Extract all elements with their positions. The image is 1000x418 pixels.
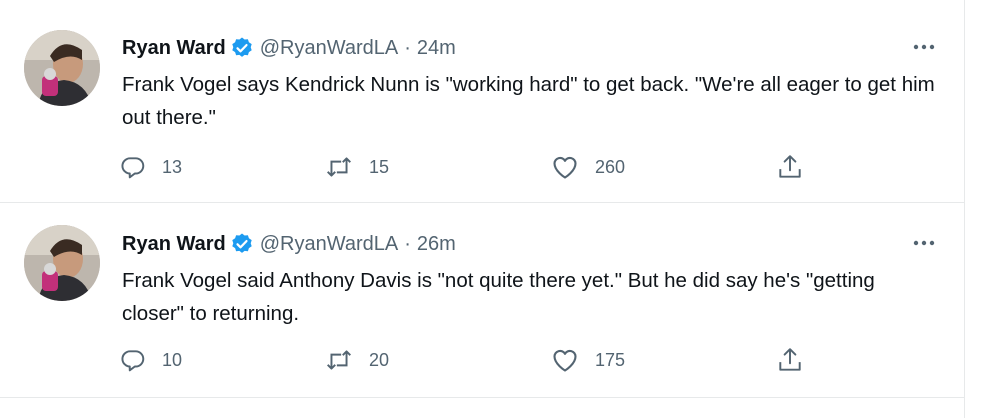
reply-count: 10 (162, 349, 183, 370)
author-name[interactable]: Ryan Ward (122, 233, 226, 256)
avatar[interactable] (24, 225, 100, 301)
reply-button[interactable]: 10 (120, 345, 182, 375)
timeline-border (964, 0, 965, 418)
separator-dot: · (404, 232, 411, 255)
author-handle[interactable]: @RyanWardLA (260, 37, 399, 60)
share-icon (777, 153, 803, 181)
tweet-text: Frank Vogel said Anthony Davis is "not q… (122, 269, 875, 325)
tweet-time[interactable]: 24m (417, 37, 456, 60)
tweet-time[interactable]: 26m (417, 233, 456, 256)
retweet-count: 20 (369, 349, 390, 370)
author-handle[interactable]: @RyanWardLA (260, 233, 399, 256)
more-icon[interactable] (904, 232, 944, 254)
tweet-actions: 13 15 260 (120, 152, 820, 182)
separator-dot: · (404, 36, 411, 59)
like-count: 260 (595, 156, 626, 177)
share-icon (777, 346, 803, 374)
heart-icon (551, 347, 579, 373)
retweet-icon (325, 154, 353, 180)
avatar[interactable] (24, 30, 100, 106)
verified-badge-icon (230, 232, 254, 256)
like-button[interactable]: 260 (551, 152, 625, 182)
heart-icon (551, 154, 579, 180)
share-button[interactable] (777, 152, 803, 182)
like-count: 175 (595, 349, 626, 370)
tweet[interactable]: Ryan Ward @RyanWardLA · 24m Frank Vogel … (0, 0, 964, 203)
reply-icon (120, 347, 146, 373)
like-button[interactable]: 175 (551, 345, 625, 375)
tweet-header: Ryan Ward @RyanWardLA · 24m (122, 35, 456, 61)
tweet[interactable]: Ryan Ward @RyanWardLA · 26m Frank Vogel … (0, 204, 964, 398)
tweet-text: Frank Vogel says Kendrick Nunn is "worki… (122, 73, 935, 129)
more-icon[interactable] (904, 36, 944, 58)
verified-badge-icon (230, 36, 254, 60)
tweet-actions: 10 20 175 (120, 345, 820, 375)
retweet-button[interactable]: 20 (325, 345, 389, 375)
share-button[interactable] (777, 345, 803, 375)
reply-button[interactable]: 13 (120, 152, 182, 182)
reply-icon (120, 154, 146, 180)
retweet-count: 15 (369, 156, 390, 177)
retweet-icon (325, 347, 353, 373)
retweet-button[interactable]: 15 (325, 152, 389, 182)
reply-count: 13 (162, 156, 183, 177)
tweet-header: Ryan Ward @RyanWardLA · 26m (122, 231, 456, 257)
author-name[interactable]: Ryan Ward (122, 37, 226, 60)
